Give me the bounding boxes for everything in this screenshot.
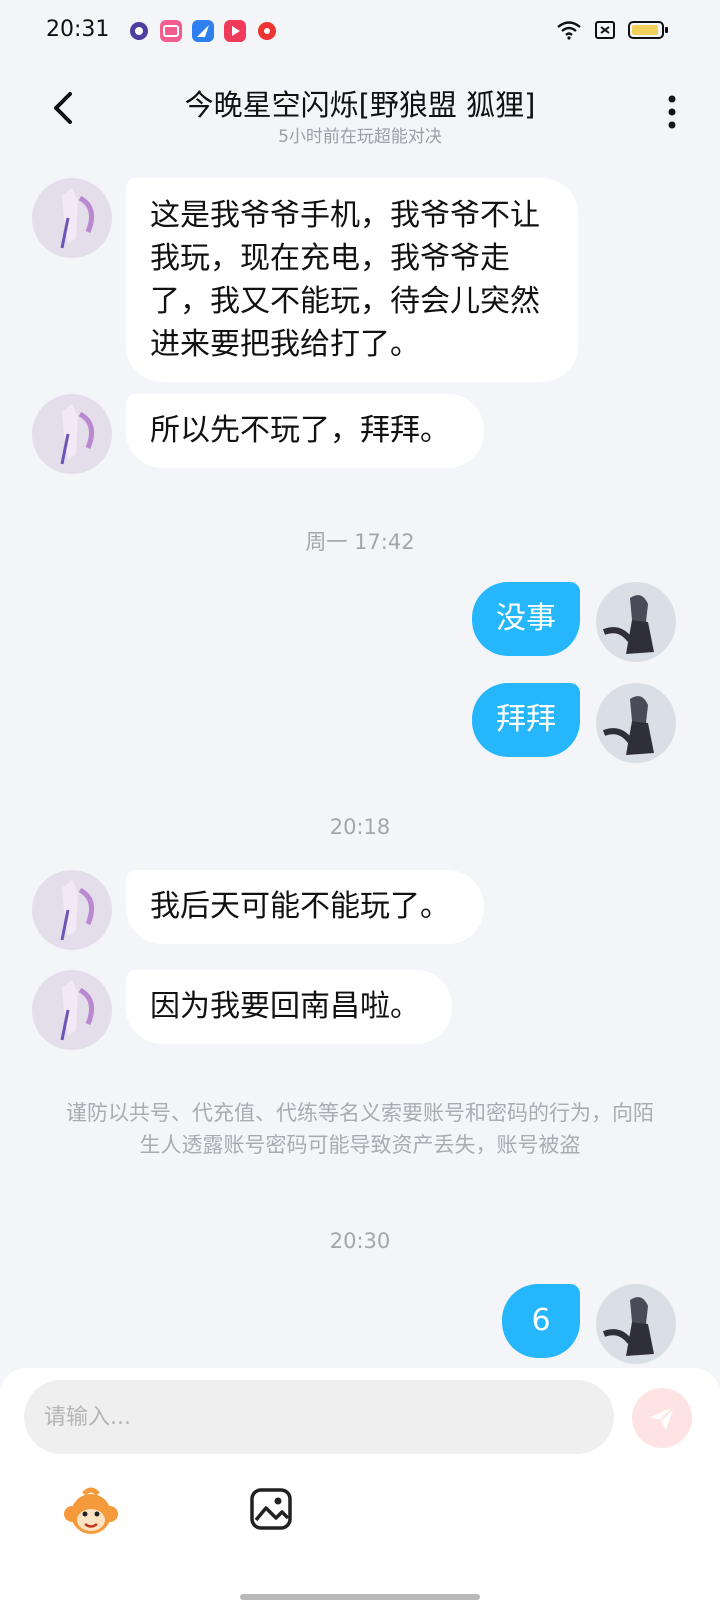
my-avatar[interactable] — [596, 1284, 676, 1364]
fox-character-icon — [60, 880, 95, 941]
home-indicator[interactable] — [240, 1594, 480, 1600]
my-avatar[interactable] — [596, 683, 676, 763]
send-button[interactable] — [632, 1388, 692, 1448]
chat-header: 今晚星空闪烁[野狼盟 狐狸] 5小时前在玩超能对决 — [0, 64, 720, 158]
message-list[interactable]: 这是我爷爷手机，我爷爷不让我玩，现在充电，我爷爷走了，我又不能玩，待会儿突然进来… — [0, 158, 720, 1368]
timestamp: 20:18 — [329, 815, 391, 839]
contact-avatar[interactable] — [32, 394, 112, 474]
sim-card-icon — [595, 21, 615, 39]
chat-title: 今晚星空闪烁[野狼盟 狐狸] — [184, 88, 536, 122]
more-options-button[interactable] — [666, 94, 678, 130]
status-time: 20:31 — [46, 17, 110, 42]
fox-character-icon — [60, 980, 95, 1041]
monkey-emoji-icon — [64, 1487, 118, 1534]
battery-icon — [628, 21, 668, 39]
status-bar: 20:31 — [0, 0, 720, 64]
safety-notice: 谨防以共号、代充值、代练等名义索要账号和密码的行为，向陌生人透露账号密码可能导致… — [66, 1101, 654, 1157]
message-input[interactable] — [24, 1380, 614, 1454]
image-icon — [250, 1488, 292, 1530]
image-picker-button[interactable] — [248, 1486, 294, 1532]
telescope-icon — [128, 20, 150, 42]
status-indicators — [556, 20, 668, 40]
video-play-icon — [224, 20, 246, 42]
character-avatar-icon — [602, 595, 654, 654]
paper-plane-icon — [650, 1406, 675, 1430]
contact-avatar[interactable] — [32, 970, 112, 1050]
character-avatar-icon — [602, 696, 654, 755]
my-avatar[interactable] — [596, 582, 676, 662]
timestamp: 20:30 — [329, 1229, 391, 1253]
my-message-bubble[interactable]: 6 — [502, 1284, 580, 1358]
my-message-bubble[interactable]: 拜拜 — [472, 683, 580, 757]
feather-icon — [192, 20, 214, 42]
composer-panel — [0, 1368, 720, 1600]
message-bubble[interactable]: 因为我要回南昌啦。 — [126, 970, 452, 1044]
message-bubble[interactable]: 我后天可能不能玩了。 — [126, 870, 484, 944]
fox-character-icon — [60, 404, 95, 465]
message-bubble[interactable]: 这是我爷爷手机，我爷爷不让我玩，现在充电，我爷爷走了，我又不能玩，待会儿突然进来… — [126, 178, 578, 382]
timestamp: 周一 17:42 — [305, 530, 415, 554]
status-app-icons — [128, 20, 278, 42]
music-icon — [256, 20, 278, 42]
character-avatar-icon — [602, 1297, 654, 1356]
chat-subtitle: 5小时前在玩超能对决 — [278, 127, 442, 147]
my-message-bubble[interactable]: 没事 — [472, 582, 580, 656]
more-vertical-icon — [668, 95, 676, 129]
wifi-icon — [557, 21, 581, 40]
fox-character-icon — [60, 188, 95, 249]
contact-avatar[interactable] — [32, 178, 112, 258]
message-bubble[interactable]: 所以先不玩了，拜拜。 — [126, 394, 484, 468]
emoji-button[interactable] — [62, 1484, 120, 1542]
contact-avatar[interactable] — [32, 870, 112, 950]
bilibili-icon — [160, 20, 182, 42]
